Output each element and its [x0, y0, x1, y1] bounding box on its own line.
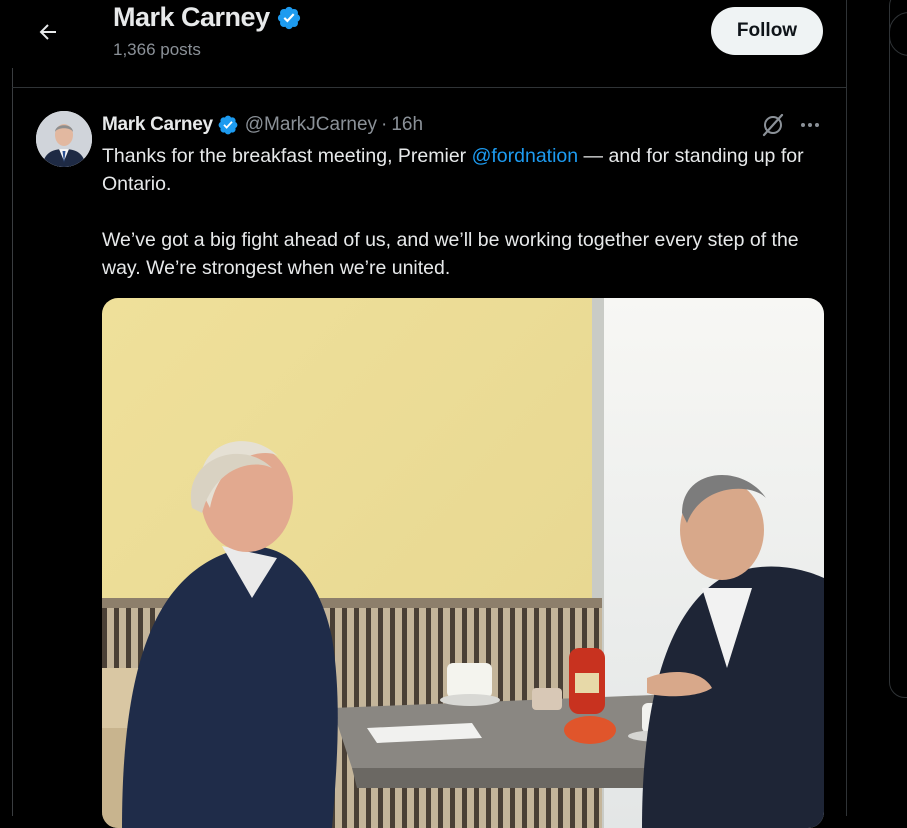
tweet-media-photo[interactable] [102, 298, 824, 828]
verified-badge-icon [218, 115, 238, 135]
right-sidebar-card [889, 0, 907, 698]
tweet-paragraph: Thanks for the breakfast meeting, Premie… [102, 142, 832, 198]
profile-name: Mark Carney [113, 2, 270, 32]
avatar-image [36, 111, 92, 167]
separator-dot: · [381, 114, 388, 135]
profile-header-title: Mark Carney [113, 2, 302, 33]
arrow-left-icon [39, 24, 56, 40]
author-name[interactable]: Mark Carney [102, 114, 213, 136]
verified-badge-icon [277, 6, 300, 29]
author-handle[interactable]: @MarkJCarney [245, 114, 377, 136]
mention-link[interactable]: @fordnation [472, 145, 579, 167]
avatar[interactable] [36, 111, 92, 167]
column-border-left [12, 68, 13, 816]
follow-button[interactable]: Follow [711, 7, 823, 55]
grok-icon[interactable] [760, 112, 786, 138]
more-icon[interactable] [797, 112, 823, 138]
header-divider [12, 87, 846, 88]
tweet-header: Mark Carney @MarkJCarney · 16h [102, 112, 423, 138]
back-button[interactable] [30, 14, 66, 50]
posts-count: 1,366 posts [113, 40, 201, 59]
tweet-text: Thanks for the breakfast meeting, Premie… [102, 142, 832, 282]
photo-image [102, 298, 824, 828]
tweet-text-part: Thanks for the breakfast meeting, Premie… [102, 145, 472, 167]
timestamp[interactable]: 16h [391, 114, 423, 136]
tweet-paragraph: We’ve got a big fight ahead of us, and w… [102, 229, 799, 279]
column-border-right [846, 0, 847, 816]
